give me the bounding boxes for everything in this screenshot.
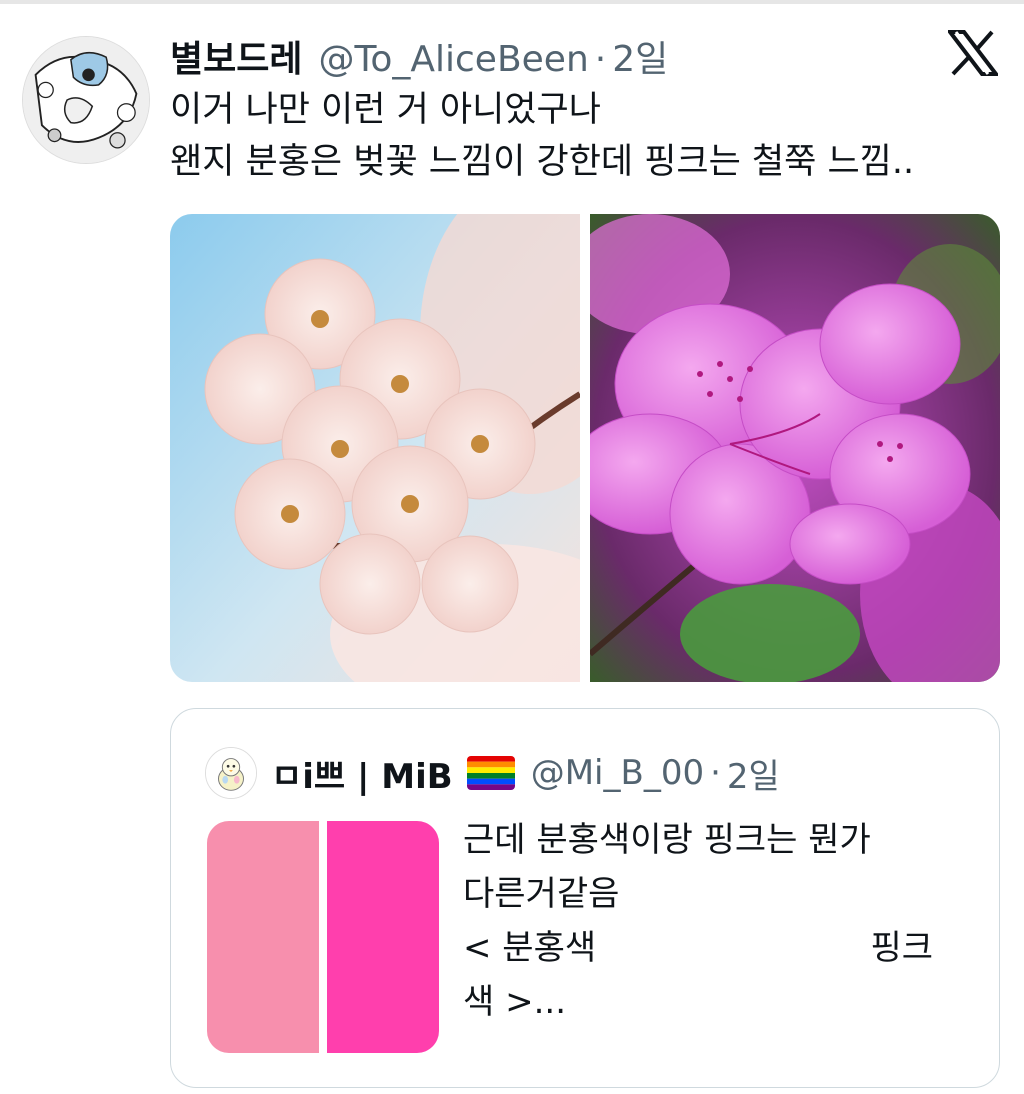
quote-text-left: < 분홍색 xyxy=(463,928,597,968)
author-name[interactable]: 별보드레 xyxy=(170,30,302,82)
post-time[interactable]: 2일 xyxy=(612,30,668,82)
quote-header: ㅁi쁘 | MiB @Mi_B_00 · 2일 xyxy=(271,747,780,799)
author-handle[interactable]: @To_AliceBeen xyxy=(318,39,588,80)
rainbow-flag-icon xyxy=(466,756,515,790)
tweet-header: 별보드레 @To_AliceBeen · 2일 xyxy=(170,30,668,80)
bunhong-color-swatch xyxy=(207,821,319,1053)
tweet-text-line: 이거 나만 이런 거 아니었구나 xyxy=(170,90,601,130)
quote-author-handle[interactable]: @Mi_B_00 xyxy=(531,753,704,793)
author-avatar[interactable] xyxy=(22,36,150,164)
separator-dot: · xyxy=(594,39,607,80)
quote-author-avatar[interactable] xyxy=(205,747,257,799)
x-logo-icon[interactable] xyxy=(948,30,998,76)
quote-text-line: 다른거같음 xyxy=(463,874,620,914)
quote-text-line: < 분홍색 핑크 xyxy=(463,921,973,975)
separator-dot: · xyxy=(710,753,721,793)
quote-text-line: 색 >... xyxy=(463,982,566,1022)
top-divider xyxy=(0,0,1024,4)
azalea-photo[interactable] xyxy=(590,214,1000,682)
quote-media-thumbnail[interactable] xyxy=(207,821,439,1053)
tweet-text-line: 왠지 분홍은 벚꽃 느낌이 강한데 핑크는 철쭉 느낌.. xyxy=(170,142,915,182)
cherry-blossom-photo[interactable] xyxy=(170,214,580,682)
quote-text-line: 근데 분홍색이랑 핑크는 뭔가 xyxy=(463,820,871,860)
quote-author-name[interactable]: ㅁi쁘 | MiB xyxy=(271,749,453,798)
quoted-tweet[interactable]: ㅁi쁘 | MiB @Mi_B_00 · 2일 근데 분홍색이랑 핑크는 뭔가 … xyxy=(170,708,1000,1088)
quote-post-time[interactable]: 2일 xyxy=(727,749,780,798)
quote-text: 근데 분홍색이랑 핑크는 뭔가 다른거같음 < 분홍색 핑크 색 >... xyxy=(463,813,973,1029)
tweet-text: 이거 나만 이런 거 아니었구나 왠지 분홍은 벚꽃 느낌이 강한데 핑크는 철… xyxy=(170,84,1010,188)
tweet-media[interactable] xyxy=(170,214,1000,682)
pink-color-swatch xyxy=(327,821,439,1053)
quote-text-right: 핑크 xyxy=(870,928,933,968)
